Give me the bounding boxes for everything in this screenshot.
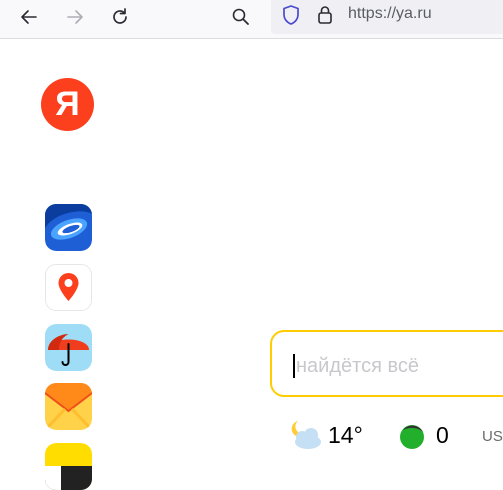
taxi-app-icon[interactable] [45,443,92,490]
weather-temperature[interactable]: 14° [328,422,363,449]
url-bar[interactable]: https://ya.ru [271,0,503,34]
browser-toolbar: https://ya.ru [0,0,503,39]
forward-button[interactable] [60,2,90,32]
reload-button[interactable] [105,2,135,32]
map-pin-app-icon[interactable] [45,264,92,311]
yandex-logo[interactable]: Я [41,78,94,131]
moon-cloud-icon[interactable] [284,418,324,457]
widgets-row: 14° 0 US [284,418,503,454]
tracking-protection-shield-icon[interactable] [280,4,302,26]
search-box[interactable] [270,330,503,397]
search-button[interactable] [226,2,256,32]
currency-label[interactable]: US [482,428,503,445]
disk-app-icon[interactable] [45,204,92,251]
traffic-dot-icon[interactable] [397,423,427,456]
reload-icon [113,8,127,24]
arrow-right-icon [67,10,83,24]
search-icon [232,8,249,25]
logo-letter: Я [55,85,80,123]
url-text[interactable]: https://ya.ru [348,5,432,23]
traffic-value[interactable]: 0 [436,422,449,449]
lock-icon[interactable] [314,4,336,26]
envelope-app-icon[interactable] [45,383,92,430]
search-input[interactable] [294,348,503,384]
arrow-left-icon [21,10,37,24]
back-button[interactable] [14,2,44,32]
umbrella-app-icon[interactable] [45,324,92,371]
